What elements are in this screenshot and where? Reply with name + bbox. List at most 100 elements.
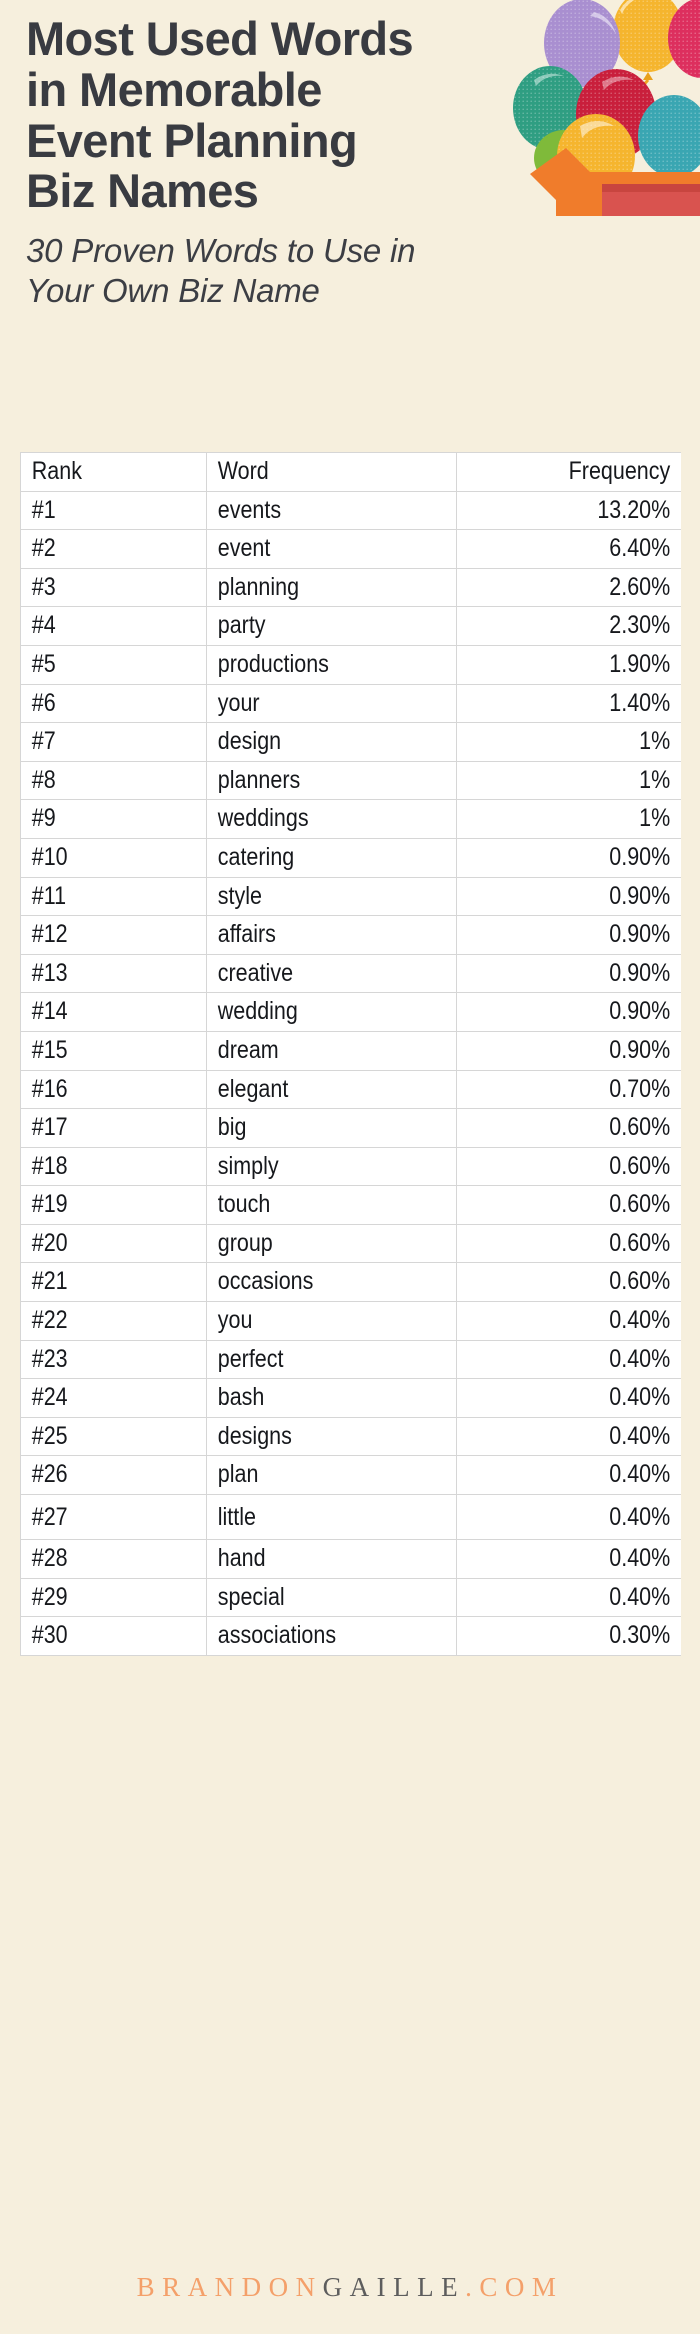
cell-frequency: 1.40% xyxy=(487,683,681,724)
page-title: Most Used Words in Memorable Event Plann… xyxy=(26,12,414,218)
cell-frequency: 1% xyxy=(487,799,681,839)
cell-rank: #14 xyxy=(20,992,181,1032)
table-row: #21 occasions 0.60% xyxy=(20,1262,681,1303)
cell-rank: #9 xyxy=(20,799,181,839)
cell-rank: #3 xyxy=(20,567,181,608)
cell-rank: #10 xyxy=(20,837,181,878)
table-row: #4 party 2.30% xyxy=(20,606,681,646)
cell-rank: #7 xyxy=(20,722,181,762)
cell-frequency: 0.40% xyxy=(487,1339,681,1380)
column-header-rank: Rank xyxy=(20,452,181,492)
cell-word: associations xyxy=(206,1616,422,1656)
cell-frequency: 0.40% xyxy=(487,1455,681,1496)
table-row: #5 productions 1.90% xyxy=(20,644,681,685)
cell-rank: #28 xyxy=(20,1539,181,1579)
cell-frequency: 0.40% xyxy=(487,1494,681,1541)
cell-rank: #2 xyxy=(20,529,181,569)
cell-rank: #19 xyxy=(20,1185,181,1225)
cell-frequency: 0.40% xyxy=(487,1378,681,1418)
cell-frequency: 1.90% xyxy=(487,644,681,685)
cell-rank: #8 xyxy=(20,760,181,801)
cell-word: your xyxy=(206,683,422,724)
cell-rank: #21 xyxy=(20,1262,181,1303)
footer-brand: BRANDONGAILLE.COM xyxy=(0,2272,700,2303)
cell-rank: #11 xyxy=(20,876,181,917)
cell-word: party xyxy=(206,606,422,646)
brand-part-gaille: GAILLE xyxy=(322,2272,466,2302)
cell-word: style xyxy=(206,876,422,917)
table-row: #19 touch 0.60% xyxy=(20,1185,681,1225)
table-row: #27 little 0.40% xyxy=(20,1494,681,1541)
brand-part-brandon: BRANDON xyxy=(136,2272,323,2302)
cell-word: bash xyxy=(206,1378,422,1418)
cell-frequency: 0.90% xyxy=(487,992,681,1032)
cell-frequency: 0.90% xyxy=(487,837,681,878)
table-row: #6 your 1.40% xyxy=(20,683,681,724)
cell-frequency: 6.40% xyxy=(487,529,681,569)
cell-frequency: 0.40% xyxy=(487,1301,681,1341)
cell-rank: #18 xyxy=(20,1146,181,1187)
cell-word: event xyxy=(206,529,422,569)
table-row: #22 you 0.40% xyxy=(20,1301,681,1341)
table-row: #11 style 0.90% xyxy=(20,876,681,917)
table-row: #14 wedding 0.90% xyxy=(20,992,681,1032)
table-body: #1 events 13.20% #2 event 6.40% #3 planning 2.60… xyxy=(20,490,681,1656)
page-subtitle: 30 Proven Words to Use in Your Own Biz N… xyxy=(26,232,416,310)
cell-rank: #5 xyxy=(20,644,181,685)
cell-word: designs xyxy=(206,1416,422,1457)
table-header: Rank Word Frequency xyxy=(20,452,681,492)
table-row: #25 designs 0.40% xyxy=(20,1416,681,1457)
table-row: #1 events 13.20% xyxy=(20,490,681,531)
cell-frequency: 0.30% xyxy=(487,1616,681,1656)
cell-frequency: 0.60% xyxy=(487,1185,681,1225)
cell-rank: #1 xyxy=(20,490,181,531)
cell-frequency: 0.70% xyxy=(487,1069,681,1110)
cell-word: perfect xyxy=(206,1339,422,1380)
table-row: #24 bash 0.40% xyxy=(20,1378,681,1418)
cell-word: little xyxy=(206,1494,422,1541)
word-frequency-table-container: Rank Word Frequency #1 events 13.20% #2 even… xyxy=(20,452,681,1656)
cell-frequency: 2.60% xyxy=(487,567,681,608)
table-row: #29 special 0.40% xyxy=(20,1577,681,1618)
cell-rank: #26 xyxy=(20,1455,181,1496)
cell-word: elegant xyxy=(206,1069,422,1110)
header-banner: Most Used Words in Memorable Event Plann… xyxy=(0,0,700,440)
cell-word: group xyxy=(206,1223,422,1264)
table-row: #8 planners 1% xyxy=(20,760,681,801)
cell-word: dream xyxy=(206,1030,422,1071)
cell-frequency: 0.90% xyxy=(487,876,681,917)
cell-word: creative xyxy=(206,953,422,994)
cell-rank: #20 xyxy=(20,1223,181,1264)
cell-word: affairs xyxy=(206,915,422,955)
table-row: #9 weddings 1% xyxy=(20,799,681,839)
cell-rank: #24 xyxy=(20,1378,181,1418)
cell-word: weddings xyxy=(206,799,422,839)
cell-word: planning xyxy=(206,567,422,608)
cell-frequency: 0.40% xyxy=(487,1539,681,1579)
table-row: #18 simply 0.60% xyxy=(20,1146,681,1187)
table-row: #28 hand 0.40% xyxy=(20,1539,681,1579)
cell-word: special xyxy=(206,1577,422,1618)
column-header-frequency: Frequency xyxy=(487,452,681,492)
table-row: #7 design 1% xyxy=(20,722,681,762)
cell-rank: #12 xyxy=(20,915,181,955)
table-row: #20 group 0.60% xyxy=(20,1223,681,1264)
cell-rank: #17 xyxy=(20,1108,181,1148)
cell-rank: #6 xyxy=(20,683,181,724)
cell-rank: #16 xyxy=(20,1069,181,1110)
cell-frequency: 0.90% xyxy=(487,953,681,994)
cell-word: plan xyxy=(206,1455,422,1496)
table-row: #30 associations 0.30% xyxy=(20,1616,681,1656)
table-row: #2 event 6.40% xyxy=(20,529,681,569)
cell-word: simply xyxy=(206,1146,422,1187)
table-row: #15 dream 0.90% xyxy=(20,1030,681,1071)
cell-word: events xyxy=(206,490,422,531)
cell-rank: #25 xyxy=(20,1416,181,1457)
header-text-block: Most Used Words in Memorable Event Plann… xyxy=(26,12,496,312)
cell-word: you xyxy=(206,1301,422,1341)
table-row: #13 creative 0.90% xyxy=(20,953,681,994)
cell-frequency: 0.40% xyxy=(487,1416,681,1457)
cell-rank: #27 xyxy=(20,1494,181,1541)
cell-rank: #15 xyxy=(20,1030,181,1071)
table-row: #23 perfect 0.40% xyxy=(20,1339,681,1380)
